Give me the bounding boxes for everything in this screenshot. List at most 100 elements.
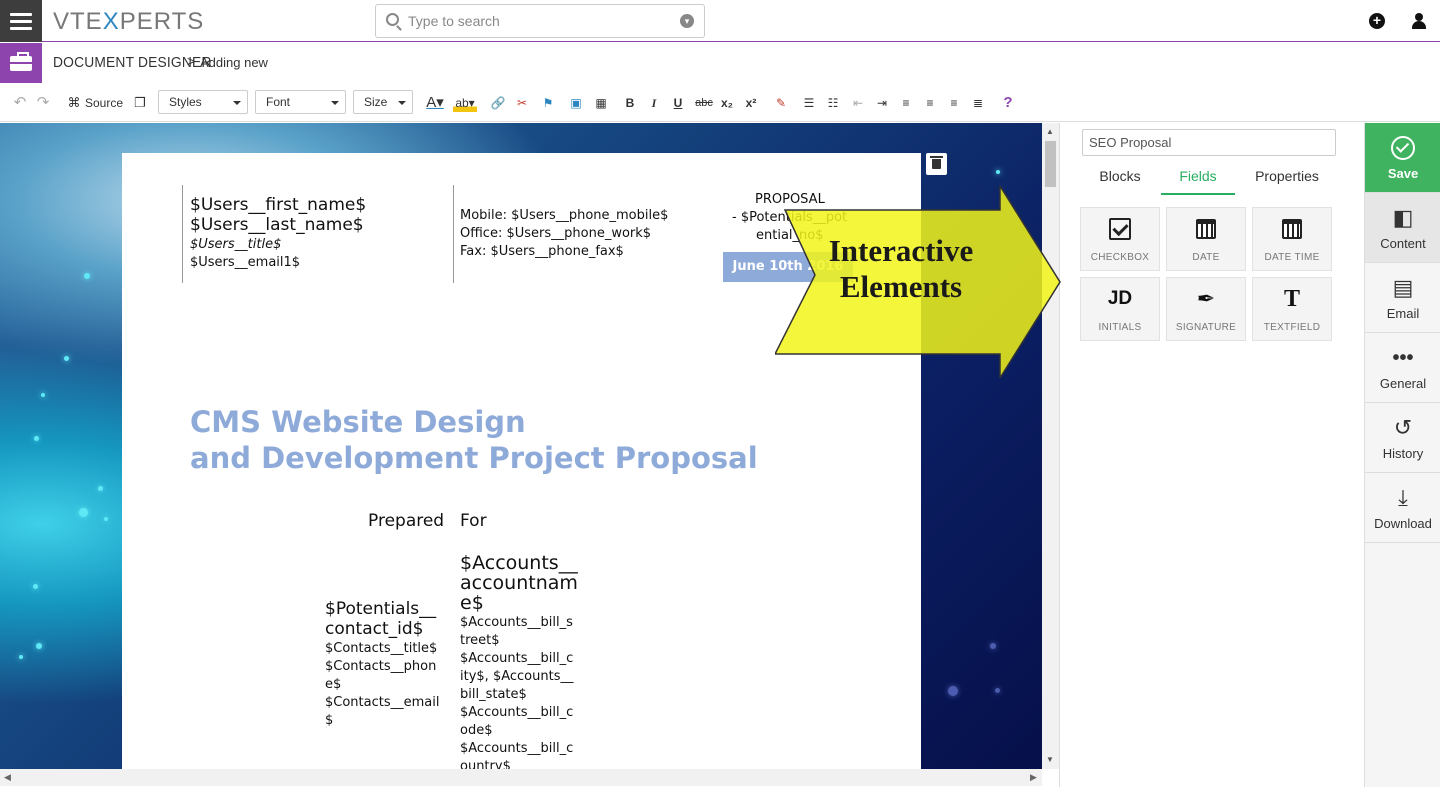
contacts-line[interactable]: $Contacts__phon	[325, 659, 436, 674]
contacts-line[interactable]: e$	[325, 677, 341, 692]
table-icon[interactable]: ▦	[593, 94, 609, 112]
account-name-cont[interactable]: accountnam	[460, 572, 578, 594]
save-button[interactable]: Save	[1365, 123, 1440, 193]
undo-icon[interactable]: ↶	[12, 94, 28, 112]
contacts-line[interactable]: $	[325, 713, 333, 728]
account-line[interactable]: treet$	[460, 633, 500, 648]
help-button[interactable]: ?	[1000, 94, 1016, 112]
align-center-icon[interactable]: ≡	[922, 94, 938, 112]
sidebar-item-download[interactable]: ⤓ Download	[1365, 473, 1440, 543]
sidebar-item-history[interactable]: ↺ History	[1365, 403, 1440, 473]
column-divider	[182, 185, 183, 283]
global-search[interactable]: ▾	[375, 4, 705, 38]
redo-icon[interactable]: ↷	[35, 94, 51, 112]
bg-color-icon[interactable]: ab▾	[453, 94, 477, 112]
source-icon[interactable]: ⌘	[66, 94, 82, 112]
sidebar-item-general[interactable]: ••• General	[1365, 333, 1440, 403]
document-name-input[interactable]	[1082, 129, 1336, 156]
quick-create-icon[interactable]: +	[1369, 13, 1385, 29]
field-datetime[interactable]: DATE TIME	[1252, 207, 1332, 271]
app-logo[interactable]: VTEXPERTS	[53, 8, 204, 36]
field-textfield[interactable]: T TEXTFIELD	[1252, 277, 1332, 341]
briefcase-icon[interactable]	[0, 43, 42, 83]
tab-properties[interactable]: Properties	[1242, 165, 1332, 195]
scroll-up-icon[interactable]: ▲	[1046, 127, 1054, 136]
remove-format-icon[interactable]: ✎	[773, 94, 789, 112]
link-icon[interactable]: 🔗	[490, 94, 506, 112]
account-line[interactable]: $Accounts__bill_c	[460, 741, 573, 756]
underline-button[interactable]: U	[671, 94, 685, 112]
bold-button[interactable]: B	[623, 94, 637, 112]
styles-select[interactable]: Styles	[158, 90, 248, 114]
source-button[interactable]: Source	[85, 94, 125, 112]
preview-icon[interactable]: ❐	[132, 94, 148, 112]
editor-toolbar: ↶ ↷ ⌘ Source ❐ Styles Font Size A▾ ab▾ 🔗…	[0, 84, 1440, 122]
account-line[interactable]: bill_state$	[460, 687, 527, 702]
prepared-label[interactable]: Prepared	[368, 511, 444, 531]
user-icon[interactable]	[1411, 13, 1427, 29]
indent-icon[interactable]: ⇥	[874, 94, 890, 112]
user-first-name[interactable]: $Users__first_name$	[190, 195, 366, 215]
tab-blocks[interactable]: Blocks	[1086, 165, 1154, 195]
user-mobile[interactable]: Mobile: $Users__phone_mobile$	[460, 208, 668, 223]
contacts-line[interactable]: $Contacts__email	[325, 695, 439, 710]
user-fax[interactable]: Fax: $Users__phone_fax$	[460, 244, 624, 259]
align-right-icon[interactable]: ≡	[946, 94, 962, 112]
field-signature[interactable]: ✒ SIGNATURE	[1166, 277, 1246, 341]
account-line[interactable]: $Accounts__bill_s	[460, 615, 573, 630]
search-options-icon[interactable]: ▾	[680, 14, 694, 28]
horizontal-scrollbar[interactable]: ◀ ▶	[0, 769, 1042, 786]
text-color-icon[interactable]: A▾	[423, 94, 447, 112]
tab-fields[interactable]: Fields	[1161, 165, 1235, 195]
doc-title-line2[interactable]: and Development Project Proposal	[190, 441, 758, 475]
sidebar-item-email[interactable]: ▤ Email	[1365, 263, 1440, 333]
numbered-list-icon[interactable]: ☰	[801, 94, 817, 112]
scroll-thumb[interactable]	[1045, 141, 1056, 187]
calendar-clock-icon	[1282, 219, 1302, 239]
scroll-right-icon[interactable]: ▶	[1030, 772, 1037, 783]
search-input[interactable]	[408, 11, 668, 31]
subscript-button[interactable]: x₂	[719, 94, 735, 112]
account-name-end[interactable]: e$	[460, 592, 484, 614]
sidebar-item-content[interactable]: ◧ Content	[1365, 193, 1440, 263]
account-line[interactable]: ity$, $Accounts__	[460, 669, 573, 684]
anchor-icon[interactable]: ⚑	[540, 94, 556, 112]
justify-icon[interactable]: ≣	[970, 94, 986, 112]
scroll-left-icon[interactable]: ◀	[4, 772, 11, 783]
image-icon[interactable]: ▣	[568, 94, 584, 112]
menu-icon[interactable]	[0, 0, 42, 42]
save-label: Save	[1387, 166, 1419, 181]
account-line[interactable]: ode$	[460, 723, 492, 738]
search-icon	[386, 13, 399, 26]
doc-title-line1[interactable]: CMS Website Design	[190, 405, 526, 439]
user-last-name[interactable]: $Users__last_name$	[190, 215, 364, 235]
bg-dot	[98, 486, 103, 491]
account-line[interactable]: $Accounts__bill_c	[460, 705, 573, 720]
italic-button[interactable]: I	[647, 94, 661, 112]
contact-id-cont[interactable]: contact_id$	[325, 619, 423, 639]
account-line[interactable]: $Accounts__bill_c	[460, 651, 573, 666]
align-left-icon[interactable]: ≡	[898, 94, 914, 112]
outdent-icon[interactable]: ⇤	[850, 94, 866, 112]
contact-id[interactable]: $Potentials__	[325, 599, 436, 619]
sidebar-item-label: History	[1382, 446, 1424, 461]
unlink-icon[interactable]: ✂	[514, 94, 530, 112]
user-office[interactable]: Office: $Users__phone_work$	[460, 226, 651, 241]
contacts-line[interactable]: $Contacts__title$	[325, 641, 437, 656]
user-title[interactable]: $Users__title$	[190, 237, 281, 252]
field-date[interactable]: DATE	[1166, 207, 1246, 271]
size-select[interactable]: Size	[353, 90, 413, 114]
delete-block-icon[interactable]	[926, 153, 947, 175]
strike-button[interactable]: abc	[694, 94, 714, 112]
scroll-down-icon[interactable]: ▼	[1046, 755, 1054, 764]
superscript-button[interactable]: x²	[743, 94, 759, 112]
field-checkbox[interactable]: CHECKBOX	[1080, 207, 1160, 271]
user-email[interactable]: $Users__email1$	[190, 255, 300, 270]
field-initials[interactable]: JD INITIALS	[1080, 277, 1160, 341]
account-line[interactable]: ountry$	[460, 759, 511, 769]
calendar-icon	[1196, 219, 1216, 239]
font-select[interactable]: Font	[255, 90, 346, 114]
account-name[interactable]: $Accounts__	[460, 552, 578, 574]
bulleted-list-icon[interactable]: ☷	[825, 94, 841, 112]
for-label[interactable]: For	[460, 511, 487, 531]
